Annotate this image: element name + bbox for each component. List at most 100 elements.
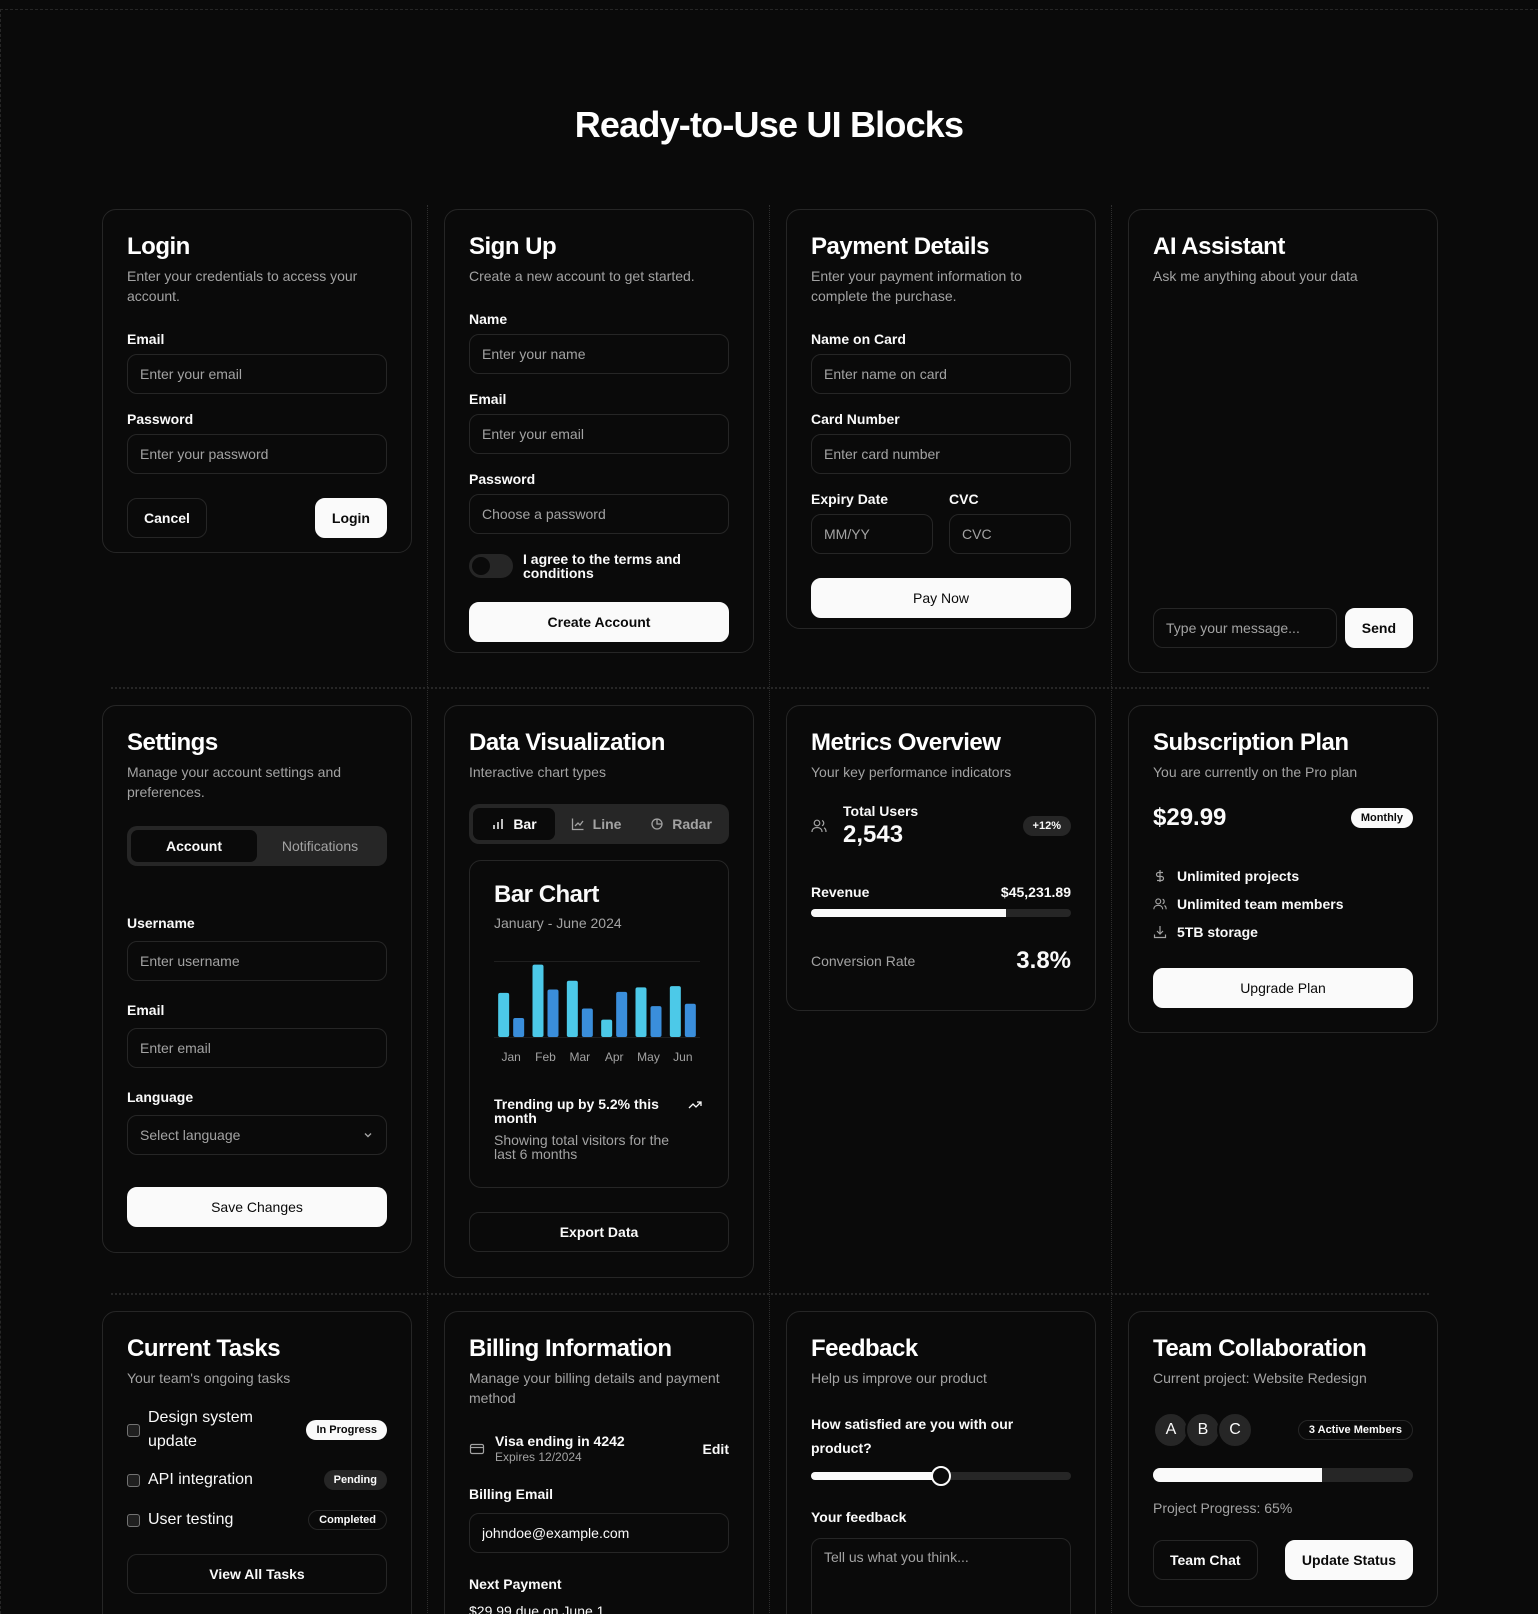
- grid-divider: [769, 205, 770, 1614]
- password-input[interactable]: [127, 434, 387, 474]
- language-select[interactable]: Select language: [127, 1115, 387, 1155]
- card-name-label: Name on Card: [811, 331, 906, 347]
- card-number-label: Card Number: [811, 411, 900, 427]
- billing-subtitle: Manage your billing details and payment …: [469, 1370, 720, 1406]
- terms-toggle[interactable]: [469, 554, 513, 578]
- update-status-button[interactable]: Update Status: [1284, 1540, 1413, 1580]
- password-input[interactable]: [469, 494, 729, 534]
- bar-mar-series2[interactable]: [581, 1008, 593, 1038]
- task-text: API integration: [148, 1471, 253, 1488]
- create-account-button[interactable]: Create Account: [469, 602, 729, 642]
- email-input[interactable]: [469, 414, 729, 454]
- expiry-input[interactable]: [811, 514, 933, 554]
- subscription-subtitle: You are currently on the Pro plan: [1153, 764, 1358, 780]
- login-card: Login Enter your credentials to access y…: [102, 209, 412, 553]
- task-text: Design system update: [148, 1409, 253, 1450]
- feature-text: Unlimited projects: [1177, 868, 1300, 884]
- bar-jan-series2[interactable]: [513, 1018, 525, 1037]
- pay-now-button[interactable]: Pay Now: [811, 578, 1071, 618]
- password-label: Password: [127, 411, 194, 427]
- tab-bar[interactable]: Bar: [473, 808, 555, 840]
- email-label: Email: [127, 1002, 165, 1018]
- view-all-tasks-button[interactable]: View All Tasks: [127, 1554, 387, 1594]
- data-visualization-card: Data Visualization Interactive chart typ…: [444, 705, 754, 1278]
- login-button[interactable]: Login: [314, 498, 387, 538]
- feedback-title: Feedback: [811, 1335, 918, 1362]
- task-checkbox[interactable]: [127, 1423, 140, 1437]
- language-select-value: Select language: [140, 1127, 241, 1143]
- task-status-badge: In Progress: [306, 1420, 387, 1440]
- subscription-card: Subscription Plan You are currently on t…: [1128, 705, 1438, 1033]
- email-label: Email: [127, 331, 165, 347]
- tab-radar[interactable]: Radar: [637, 808, 725, 840]
- card-number-input[interactable]: [811, 434, 1071, 474]
- chevron-down-icon: [364, 1133, 372, 1138]
- bar-feb-series1[interactable]: [532, 964, 544, 1037]
- bar-may-series1[interactable]: [635, 987, 647, 1037]
- bar-jan-series1[interactable]: [498, 992, 510, 1037]
- bar-mar-series1[interactable]: [566, 980, 578, 1037]
- save-changes-button[interactable]: Save Changes: [127, 1187, 387, 1227]
- card-name-input[interactable]: [811, 354, 1071, 394]
- revenue-progress: [811, 909, 1071, 917]
- bar-jun-series2[interactable]: [684, 1003, 696, 1037]
- email-input[interactable]: [127, 354, 387, 394]
- bar-apr-series1[interactable]: [601, 1019, 613, 1037]
- signup-subtitle: Create a new account to get started.: [469, 268, 695, 284]
- tab-account[interactable]: Account: [131, 830, 257, 862]
- bar-jun-series1[interactable]: [669, 986, 681, 1037]
- pie-chart-icon: [651, 818, 663, 830]
- billing-email-input[interactable]: [469, 1513, 729, 1553]
- message-input[interactable]: [1153, 608, 1337, 648]
- users-icon: [1153, 898, 1167, 910]
- language-label: Language: [127, 1089, 194, 1105]
- ai-assistant-card: AI Assistant Ask me anything about your …: [1128, 209, 1438, 673]
- tab-line[interactable]: Line: [559, 808, 633, 840]
- team-chat-button[interactable]: Team Chat: [1153, 1540, 1258, 1580]
- satisfaction-slider[interactable]: [811, 1466, 1071, 1486]
- login-title: Login: [127, 233, 190, 260]
- settings-card: Settings Manage your account settings an…: [102, 705, 412, 1253]
- send-button[interactable]: Send: [1344, 608, 1413, 648]
- metrics-subtitle: Your key performance indicators: [811, 764, 1012, 780]
- slider-fill: [811, 1472, 941, 1480]
- export-data-button[interactable]: Export Data: [469, 1212, 729, 1252]
- cancel-button[interactable]: Cancel: [127, 498, 207, 538]
- grid-divider: [111, 687, 1429, 689]
- bar-feb-series2[interactable]: [547, 989, 559, 1038]
- username-input[interactable]: [127, 941, 387, 981]
- avatar: A: [1153, 1412, 1189, 1448]
- total-users-value: 2,543: [843, 821, 904, 848]
- task-checkbox[interactable]: [127, 1473, 140, 1487]
- x-tick-label: Jan: [501, 1050, 520, 1064]
- card-summary: Visa ending in 4242: [495, 1433, 625, 1449]
- password-label: Password: [469, 471, 536, 487]
- bar-apr-series2[interactable]: [616, 991, 628, 1037]
- edit-card-button[interactable]: Edit: [695, 1441, 729, 1457]
- login-subtitle: Enter your credentials to access your ac…: [127, 268, 358, 304]
- x-tick-label: Mar: [569, 1050, 590, 1064]
- download-icon: [1153, 926, 1167, 939]
- next-payment-value: $29.99 due on June 1: [469, 1603, 605, 1614]
- task-text: User testing: [148, 1511, 234, 1528]
- upgrade-plan-button[interactable]: Upgrade Plan: [1153, 968, 1413, 1008]
- avatar: B: [1185, 1412, 1221, 1448]
- username-label: Username: [127, 915, 195, 931]
- email-input[interactable]: [127, 1028, 387, 1068]
- bar-may-series2[interactable]: [650, 1006, 662, 1037]
- conversion-value: 3.8%: [1016, 947, 1071, 974]
- billing-card: Billing Information Manage your billing …: [444, 1311, 754, 1614]
- name-input[interactable]: [469, 334, 729, 374]
- cvc-input[interactable]: [949, 514, 1071, 554]
- slider-thumb[interactable]: [931, 1466, 951, 1486]
- credit-card-icon: [469, 1443, 485, 1454]
- feedback-textarea[interactable]: [811, 1538, 1071, 1614]
- email-label: Email: [469, 391, 507, 407]
- task-checkbox[interactable]: [127, 1513, 140, 1527]
- payment-title: Payment Details: [811, 233, 989, 260]
- tab-notifications[interactable]: Notifications: [257, 830, 383, 862]
- trend-text: Trending up by 5.2% this month: [494, 1096, 659, 1126]
- team-title: Team Collaboration: [1153, 1335, 1367, 1362]
- grid-divider: [111, 1293, 1429, 1295]
- feature-item: Unlimited projects: [1153, 862, 1413, 890]
